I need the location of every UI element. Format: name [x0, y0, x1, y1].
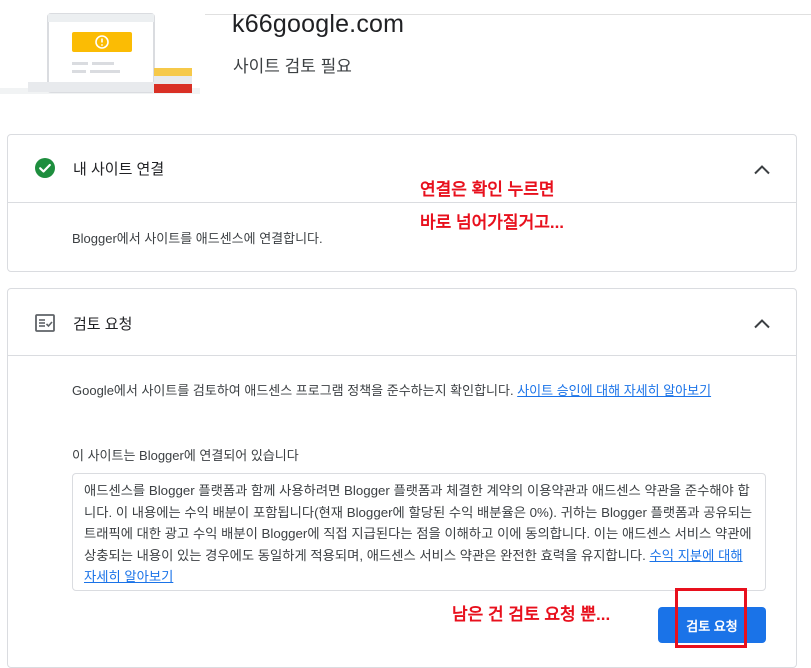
review-request-title: 검토 요청: [73, 316, 133, 333]
annotation-line-3: 남은 건 검토 요청 뿐...: [452, 605, 611, 624]
connect-site-header[interactable]: 내 사이트 연결: [8, 135, 796, 203]
review-request-card: 검토 요청 Google에서 사이트를 검토하여 애드센스 프로그램 정책을 준…: [7, 288, 797, 668]
connect-site-title: 내 사이트 연결: [73, 161, 165, 178]
site-approval-learn-more-link[interactable]: 사이트 승인에 대해 자세히 알아보기: [517, 383, 711, 398]
blogger-connected-text: 이 사이트는 Blogger에 연결되어 있습니다: [72, 448, 299, 463]
annotation-line-2: 바로 넘어가질거고...: [420, 213, 565, 232]
terms-textbox[interactable]: 애드센스를 Blogger 플랫폼과 함께 사용하려면 Blogger 플랫폼과…: [72, 473, 766, 591]
connect-site-card: 내 사이트 연결 Blogger에서 사이트를 애드센스에 연결합니다.: [7, 134, 797, 272]
request-review-button[interactable]: 검토 요청: [658, 607, 766, 643]
site-status: 사이트 검토 필요: [233, 57, 352, 76]
site-domain: k66google.com: [232, 10, 405, 38]
connect-site-description: Blogger에서 사이트를 애드센스에 연결합니다.: [72, 231, 323, 246]
site-review-illustration: [0, 13, 200, 94]
check-circle-icon: [35, 158, 55, 178]
review-request-header[interactable]: 검토 요청: [8, 289, 796, 356]
chevron-up-icon[interactable]: [752, 314, 772, 334]
review-intro: Google에서 사이트를 검토하여 애드센스 프로그램 정책을 준수하는지 확…: [72, 380, 772, 401]
checklist-icon: [35, 314, 55, 332]
annotation-line-1: 연결은 확인 누르면: [420, 180, 555, 199]
chevron-up-icon[interactable]: [752, 160, 772, 180]
review-intro-text: Google에서 사이트를 검토하여 애드센스 프로그램 정책을 준수하는지 확…: [72, 383, 514, 398]
